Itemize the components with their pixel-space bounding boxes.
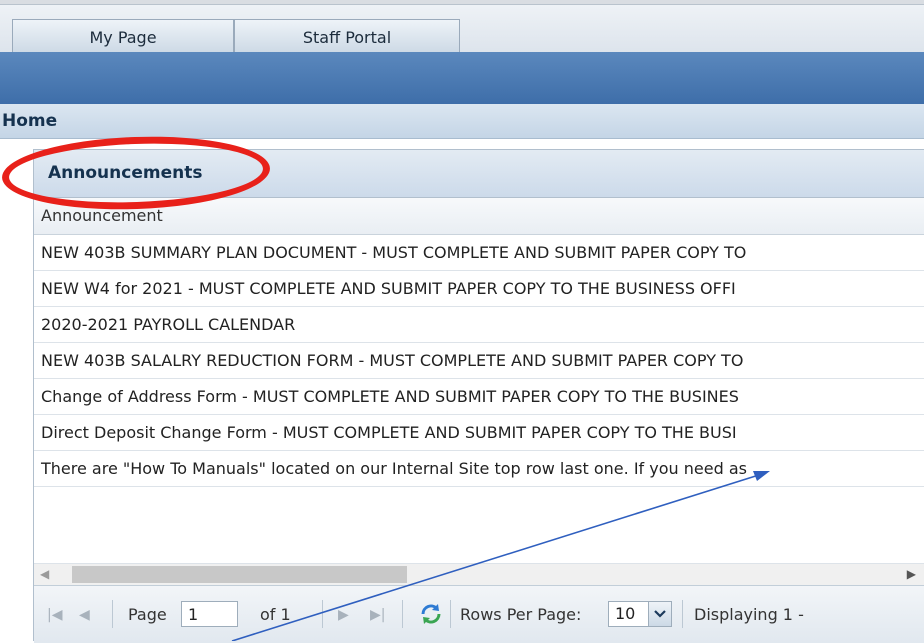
page-number-input[interactable]	[181, 601, 238, 627]
page-label: Page	[128, 605, 167, 624]
rows-per-page-select[interactable]: 10	[608, 601, 672, 627]
rows-per-page-label: Rows Per Page:	[460, 605, 582, 624]
announcements-grid: Announcement NEW 403B SUMMARY PLAN DOCUM…	[34, 198, 924, 487]
divider	[402, 600, 403, 628]
panel-title: Announcements	[48, 163, 203, 183]
page-count-label: of 1	[260, 605, 291, 624]
divider	[322, 600, 323, 628]
last-page-icon[interactable]: ▶|	[370, 607, 385, 623]
table-row[interactable]: NEW 403B SALALRY REDUCTION FORM - MUST C…	[34, 343, 924, 379]
table-row[interactable]: NEW 403B SUMMARY PLAN DOCUMENT - MUST CO…	[34, 235, 924, 271]
scroll-left-icon[interactable]: ◀	[40, 567, 49, 581]
divider	[450, 600, 451, 628]
chevron-down-icon[interactable]	[648, 602, 671, 626]
scroll-right-icon[interactable]: ▶	[907, 567, 916, 581]
next-page-icon[interactable]: ▶	[338, 607, 349, 623]
divider	[112, 600, 113, 628]
scrollbar-thumb[interactable]	[72, 566, 407, 583]
refresh-icon[interactable]	[419, 602, 443, 626]
horizontal-scrollbar[interactable]: ◀ ▶	[34, 563, 924, 586]
header-band	[0, 52, 924, 104]
tab-strip: My Page Staff Portal	[0, 4, 924, 57]
page-title: Home	[2, 111, 58, 131]
table-row[interactable]: NEW W4 for 2021 - MUST COMPLETE AND SUBM…	[34, 271, 924, 307]
column-header[interactable]: Announcement	[34, 198, 924, 235]
pager-toolbar: |◀ ◀ Page of 1 ▶ ▶| Rows Per Page: 10 Di…	[34, 585, 924, 643]
announcements-panel: Announcements Announcement NEW 403B SUMM…	[33, 149, 924, 643]
table-row[interactable]: 2020-2021 PAYROLL CALENDAR	[34, 307, 924, 343]
display-range-label: Displaying 1 -	[694, 605, 804, 624]
table-row[interactable]: Change of Address Form - MUST COMPLETE A…	[34, 379, 924, 415]
home-bar: Home	[0, 104, 924, 139]
prev-page-icon[interactable]: ◀	[79, 607, 90, 623]
table-row[interactable]: There are "How To Manuals" located on ou…	[34, 451, 924, 487]
table-row[interactable]: Direct Deposit Change Form - MUST COMPLE…	[34, 415, 924, 451]
first-page-icon[interactable]: |◀	[47, 607, 62, 623]
rows-per-page-value: 10	[615, 604, 636, 623]
panel-header: Announcements	[34, 150, 924, 198]
divider	[682, 600, 683, 628]
